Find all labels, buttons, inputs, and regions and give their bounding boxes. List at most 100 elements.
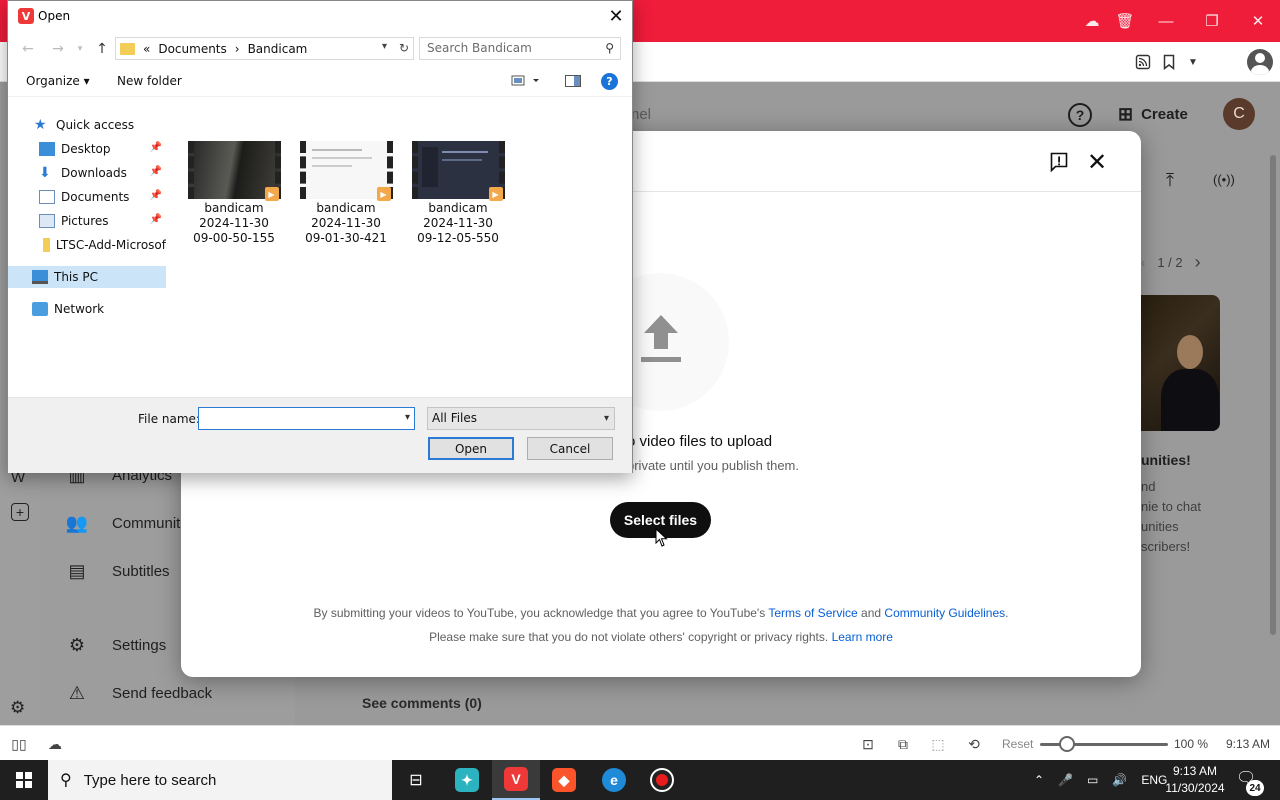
file-item[interactable]: ▶ bandicam 2024-11-30 09-00-50-155: [184, 141, 284, 246]
forward-arrow-icon[interactable]: →: [48, 39, 68, 59]
sidebar-item-subtitles[interactable]: ▤ Subtitles: [66, 559, 169, 583]
nav-item-ltsc-folder[interactable]: LTSC-Add-Microsof: [8, 234, 166, 256]
live-icon[interactable]: ((•)): [1213, 172, 1235, 187]
navigation-pane: ★ Quick access Desktop 📌 ⬇ Downloads 📌 D…: [8, 98, 166, 397]
upload-icon[interactable]: ⤒: [1166, 170, 1174, 191]
pin-icon: 📌: [149, 214, 162, 225]
gear-icon: ⚙: [68, 634, 86, 655]
new-folder-button[interactable]: New folder: [117, 74, 182, 88]
recent-dropdown-icon[interactable]: ▾: [70, 39, 90, 59]
zoom-reset-button[interactable]: Reset: [1002, 737, 1033, 751]
sidebar-item-settings[interactable]: ⚙ Settings: [66, 633, 166, 657]
file-item[interactable]: ▶ bandicam 2024-11-30 09-01-30-421: [296, 141, 396, 246]
open-button[interactable]: Open: [428, 437, 514, 460]
taskbar-app-vivaldi[interactable]: V: [492, 760, 540, 800]
add-panel-icon[interactable]: +: [11, 503, 29, 521]
page-scrollbar[interactable]: [1270, 155, 1276, 635]
cancel-button[interactable]: Cancel: [527, 437, 613, 460]
dialog-close-button[interactable]: ✕: [604, 5, 628, 27]
tiling-icon[interactable]: ⧉: [893, 734, 913, 754]
search-icon: ⚲: [605, 41, 614, 55]
chevron-up-icon[interactable]: ⌃: [1034, 773, 1044, 787]
close-window-button[interactable]: ✕: [1241, 0, 1275, 42]
search-input[interactable]: Search Bandicam ⚲: [419, 37, 621, 60]
taskbar-app-brave[interactable]: ◆: [540, 760, 588, 800]
chevron-left-icon[interactable]: ‹: [1141, 255, 1145, 270]
sidebar-item-send-feedback[interactable]: ⚠ Send feedback: [66, 681, 212, 705]
nav-item-pictures[interactable]: Pictures 📌: [8, 210, 166, 232]
dialog-titlebar[interactable]: V Open ✕: [8, 1, 632, 32]
view-options-icon[interactable]: [511, 75, 541, 90]
panel-toggle-icon[interactable]: ▯▯: [9, 734, 29, 754]
capture-icon[interactable]: ⊡: [858, 734, 878, 754]
drag-drop-text: o video files to upload: [627, 433, 773, 450]
page-actions-icon[interactable]: ⬚: [928, 734, 948, 754]
chevron-down-icon[interactable]: ▼: [1181, 50, 1205, 74]
windows-taskbar: ⚲ Type here to search ⊟ ✦ V ◆ e ⌃ 🎤 ▭ 🔊 …: [0, 760, 1280, 800]
community-guidelines-link[interactable]: Community Guidelines: [884, 606, 1005, 620]
cloud-sync-icon[interactable]: ☁: [1075, 0, 1109, 42]
maximize-button[interactable]: ❐: [1195, 0, 1229, 42]
up-arrow-icon[interactable]: ↑: [92, 39, 112, 59]
breadcrumb-documents[interactable]: Documents: [158, 42, 226, 56]
chevron-down-icon[interactable]: ▾: [405, 412, 410, 423]
sidebar-item-community[interactable]: 👥 Communit: [66, 511, 181, 535]
system-tray: ⌃ 🎤 ▭ 🔊 ENG: [1034, 760, 1167, 800]
gear-icon[interactable]: ⚙: [10, 698, 25, 718]
nav-item-network[interactable]: Network: [8, 298, 166, 320]
chevron-right-icon[interactable]: ›: [1195, 252, 1201, 273]
trash-icon[interactable]: 🗑: [1108, 0, 1142, 42]
status-clock: 9:13 AM: [1226, 737, 1271, 751]
cloud-icon[interactable]: ☁: [45, 734, 65, 754]
microphone-icon[interactable]: 🎤: [1058, 773, 1073, 787]
vivaldi-app-icon: V: [18, 8, 34, 24]
back-arrow-icon[interactable]: ←: [18, 39, 38, 59]
image-toggle-icon[interactable]: ⟲: [964, 734, 984, 754]
taskbar-app-edge[interactable]: e: [590, 760, 638, 800]
task-view-button[interactable]: ⊟: [392, 760, 440, 800]
taskbar-search-box[interactable]: ⚲ Type here to search: [48, 760, 392, 800]
channel-avatar[interactable]: C: [1223, 98, 1255, 130]
video-play-icon: ▶: [264, 187, 279, 201]
feedback-icon[interactable]: [1047, 150, 1071, 174]
rss-icon[interactable]: [1131, 50, 1155, 74]
address-path[interactable]: « Documents › Bandicam ▾ ↻: [115, 37, 414, 60]
promo-thumbnail[interactable]: [1141, 295, 1220, 431]
organize-menu[interactable]: Organize ▾: [26, 74, 90, 88]
nav-item-documents[interactable]: Documents 📌: [8, 186, 166, 208]
nav-item-desktop[interactable]: Desktop 📌: [8, 138, 166, 160]
nav-item-downloads[interactable]: ⬇ Downloads 📌: [8, 162, 166, 184]
close-icon[interactable]: ✕: [1085, 149, 1109, 176]
see-comments-link[interactable]: See comments (0): [362, 695, 482, 711]
taskbar-app-bandicam[interactable]: [638, 760, 686, 800]
bookmark-icon[interactable]: [1157, 50, 1181, 74]
file-name-input[interactable]: ▾: [198, 407, 415, 430]
volume-icon[interactable]: 🔊: [1112, 773, 1127, 787]
profile-avatar[interactable]: [1247, 49, 1273, 75]
file-item[interactable]: ▶ bandicam 2024-11-30 09-12-05-550: [408, 141, 508, 246]
file-type-select[interactable]: All Files ▾: [427, 407, 615, 430]
feedback-icon: ⚠: [68, 682, 86, 703]
taskbar-clock[interactable]: 9:13 AM 11/30/2024: [1156, 763, 1234, 797]
zoom-level: 100 %: [1174, 737, 1209, 751]
learn-more-link[interactable]: Learn more: [832, 630, 893, 644]
preview-pane-icon[interactable]: [565, 75, 581, 90]
create-button[interactable]: ⊞ Create: [1118, 100, 1188, 128]
help-icon[interactable]: ?: [1068, 103, 1092, 127]
nav-item-this-pc[interactable]: This PC: [8, 266, 166, 288]
network-icon[interactable]: ▭: [1087, 773, 1098, 787]
video-thumbnail: ▶: [411, 141, 505, 201]
terms-of-service-link[interactable]: Terms of Service: [768, 606, 857, 620]
start-button[interactable]: [0, 760, 48, 800]
refresh-icon[interactable]: ↻: [399, 41, 409, 55]
taskbar-app-bird[interactable]: ✦: [443, 760, 491, 800]
sidebar-item-label: Settings: [112, 636, 167, 654]
zoom-slider-handle[interactable]: [1059, 736, 1075, 752]
chevron-down-icon[interactable]: ▾: [382, 41, 387, 52]
help-icon[interactable]: ?: [601, 73, 618, 90]
breadcrumb-bandicam[interactable]: Bandicam: [248, 42, 308, 56]
terms-notice: By submitting your videos to YouTube, yo…: [313, 606, 1009, 620]
minimize-button[interactable]: ―: [1149, 0, 1183, 42]
nav-item-quick-access[interactable]: ★ Quick access: [8, 114, 166, 136]
folder-icon: [120, 42, 135, 55]
